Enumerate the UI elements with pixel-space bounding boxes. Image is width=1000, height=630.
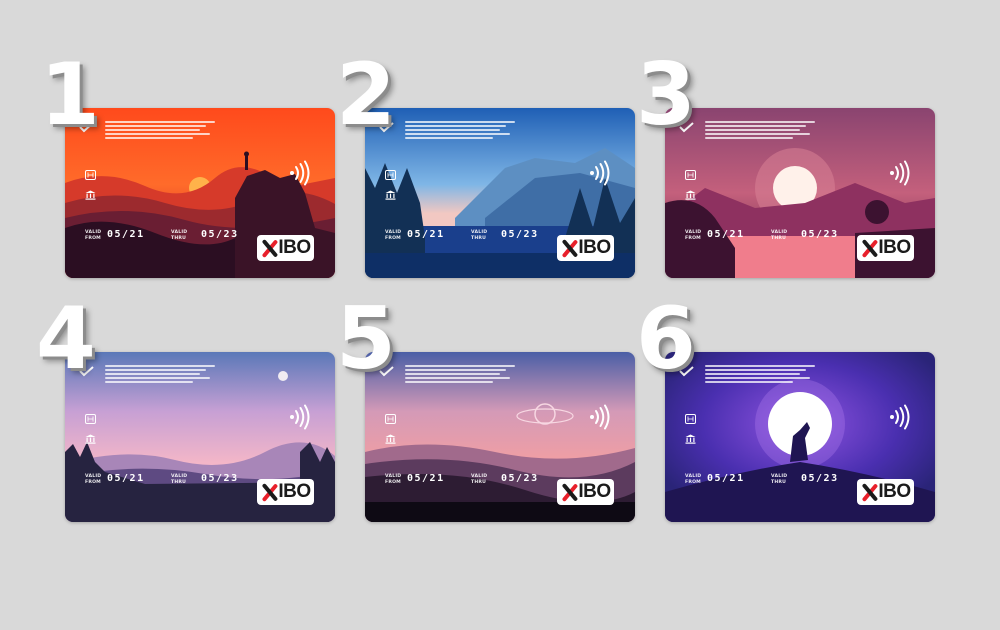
valid-from-label: VALID FROM [685,230,702,241]
chip-icon [85,409,96,428]
card-number-label: 5 [336,289,396,389]
valid-from-label: VALID FROM [85,230,102,241]
chip-icon [385,409,396,428]
valid-from-date: 05/21 [107,229,145,240]
valid-from-date: 05/21 [407,229,445,240]
logo-text: IBO [278,481,311,502]
valid-from-date: 05/21 [707,229,745,240]
xibo-logo: IBO [557,479,614,505]
valid-thru-date: 05/23 [801,473,839,484]
contactless-icon [889,160,911,190]
logo-x-mark [560,482,579,502]
logo-text: IBO [278,237,311,258]
contactless-icon [589,404,611,434]
valid-thru-label: VALID THRU [471,474,488,485]
valid-from-date: 05/21 [407,473,445,484]
xibo-logo: IBO [257,235,314,261]
logo-x-mark [860,482,879,502]
chip-icon [685,409,696,428]
contactless-icon [589,160,611,190]
valid-thru-label: VALID THRU [471,230,488,241]
card-number-label: 6 [636,289,696,389]
valid-thru-label: VALID THRU [171,230,188,241]
logo-text: IBO [878,481,911,502]
valid-thru-label: VALID THRU [171,474,188,485]
bank-icon [685,429,696,448]
valid-thru-date: 05/23 [501,473,539,484]
fine-print [405,365,515,385]
fine-print [705,121,815,141]
card-2[interactable]: VALID FROM 05/21 VALID THRU 05/23 IBO [365,108,635,278]
card-5[interactable]: VALID FROM 05/21 VALID THRU 05/23 IBO [365,352,635,522]
card-4[interactable]: VALID FROM 05/21 VALID THRU 05/23 IBO [65,352,335,522]
bank-icon [685,185,696,204]
valid-from-label: VALID FROM [685,474,702,485]
card-3[interactable]: VALID FROM 05/21 VALID THRU 05/23 IBO [665,108,935,278]
valid-thru-date: 05/23 [801,229,839,240]
card-number-label: 2 [336,45,396,145]
card-number-label: 3 [636,45,696,145]
fine-print [405,121,515,141]
fine-print [705,365,815,385]
xibo-logo: IBO [857,235,914,261]
card-6[interactable]: VALID FROM 05/21 VALID THRU 05/23 IBO [665,352,935,522]
valid-thru-label: VALID THRU [771,230,788,241]
valid-from-date: 05/21 [707,473,745,484]
bank-icon [385,185,396,204]
logo-text: IBO [578,237,611,258]
valid-from-label: VALID FROM [385,474,402,485]
valid-thru-date: 05/23 [201,473,239,484]
fine-print [105,121,215,141]
bank-icon [85,429,96,448]
valid-from-date: 05/21 [107,473,145,484]
logo-text: IBO [878,237,911,258]
bank-icon [385,429,396,448]
valid-thru-label: VALID THRU [771,474,788,485]
card-number-label: 1 [40,45,100,145]
chip-icon [85,165,96,184]
xibo-logo: IBO [257,479,314,505]
logo-x-mark [260,482,279,502]
fine-print [105,365,215,385]
valid-from-label: VALID FROM [85,474,102,485]
valid-thru-date: 05/23 [501,229,539,240]
contactless-icon [289,160,311,190]
valid-from-label: VALID FROM [385,230,402,241]
chip-icon [385,165,396,184]
card-1[interactable]: VALID FROM 05/21 VALID THRU 05/23 IBO [65,108,335,278]
xibo-logo: IBO [557,235,614,261]
contactless-icon [889,404,911,434]
logo-text: IBO [578,481,611,502]
chip-icon [685,165,696,184]
logo-x-mark [560,238,579,258]
card-number-label: 4 [36,289,96,389]
contactless-icon [289,404,311,434]
logo-x-mark [860,238,879,258]
bank-icon [85,185,96,204]
valid-thru-date: 05/23 [201,229,239,240]
xibo-logo: IBO [857,479,914,505]
logo-x-mark [260,238,279,258]
